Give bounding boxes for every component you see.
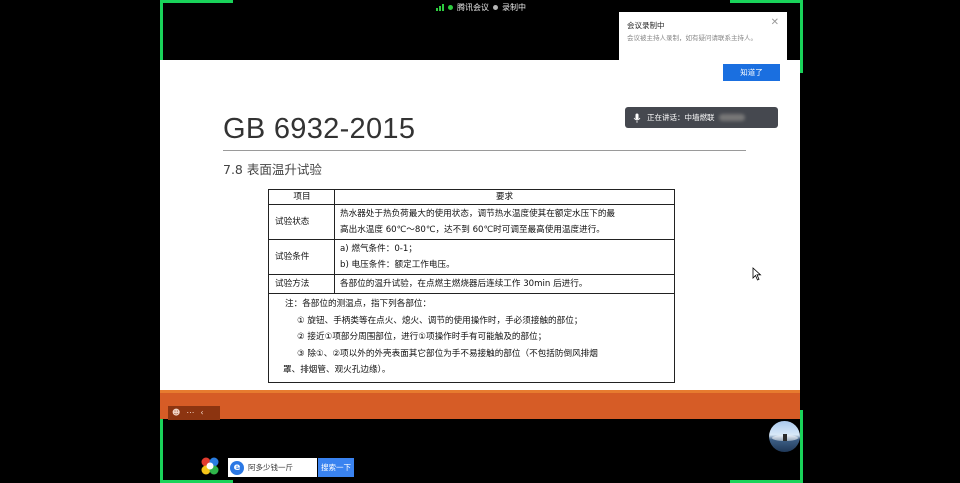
close-icon[interactable]: ✕ — [771, 17, 779, 28]
note-line: 罩、排烟管、观火孔边缘）。 — [283, 365, 391, 375]
table-cell-item: 试验方法 — [268, 274, 335, 294]
speaker-prefix: 正在讲话： — [647, 113, 685, 122]
notification-body: 会议被主持人录制，如有疑问请联系主持人。 — [627, 34, 757, 42]
recording-notification: 会议录制中 ✕ 会议被主持人录制，如有疑问请联系主持人。 知道了 — [619, 12, 787, 85]
mic-icon — [633, 113, 641, 123]
table-row: 试验条件 a) 燃气条件：0-1； b) 电压条件：额定工作电压。 — [268, 239, 675, 275]
note-line: ① 旋钮、手柄类等在点火、熄火、调节的使用操作时，手必须接触的部位； — [297, 315, 583, 326]
document-title: GB 6932-2015 — [223, 113, 416, 145]
recording-label: 录制中 — [502, 2, 526, 12]
table-cell-requirement: 热水器处于热负荷最大的使用状态，调节热水温度使其在额定水压下的最 高出水温度 6… — [334, 204, 675, 240]
table-note: 注：各部位的测温点，指下列各部位： ① 旋钮、手柄类等在点火、熄火、调节的使用操… — [268, 293, 675, 383]
requirement-line: a) 燃气条件：0-1； — [340, 244, 417, 254]
speaker-name-blur — [718, 114, 745, 121]
tile-corner-bottom-left — [160, 410, 233, 483]
table-row: 试验状态 热水器处于热负荷最大的使用状态，调节热水温度使其在额定水压下的最 高出… — [268, 204, 675, 240]
speaker-name: 中墙燃联 — [684, 113, 715, 122]
requirement-line: 各部位的温升试验，在点燃主燃烧器后连续工作 30min 后进行。 — [340, 279, 588, 289]
avatar-image — [772, 434, 798, 441]
table-header-cell: 要求 — [334, 189, 675, 205]
slide-footer-bar — [160, 393, 800, 419]
signal-icon — [436, 3, 444, 11]
meeting-status-dot — [448, 4, 453, 10]
app-name: 腾讯会议 — [457, 2, 489, 12]
back-icon[interactable]: ‹ — [200, 408, 203, 418]
avatar[interactable] — [769, 421, 800, 452]
recording-icon — [493, 4, 498, 10]
requirement-line: b) 电压条件：额定工作电压。 — [340, 260, 455, 270]
table-cell-item: 试验条件 — [268, 239, 335, 275]
slide-controls: ☻ ⋯ ‹ — [168, 406, 220, 420]
notification-title: 会议录制中 — [627, 21, 665, 30]
search-input[interactable]: e 阿多少钱一斤 — [228, 458, 317, 477]
cursor-icon — [752, 267, 762, 281]
table-row: 试验方法 各部位的温升试验，在点燃主燃烧器后连续工作 30min 后进行。 — [268, 274, 675, 294]
note-line: 注：各部位的测温点，指下列各部位： — [285, 299, 432, 309]
acknowledge-button[interactable]: 知道了 — [723, 64, 780, 81]
active-speaker-toast: 正在讲话：中墙燃联 — [625, 107, 778, 128]
note-line: ② 接近①项部分周围部位，进行①项操作时手有可能触及的部位； — [297, 332, 547, 342]
more-icon[interactable]: ⋯ — [186, 408, 194, 418]
table-cell-requirement: a) 燃气条件：0-1； b) 电压条件：额定工作电压。 — [334, 239, 675, 275]
meeting-status-bar: 腾讯会议 录制中 — [436, 1, 526, 13]
title-divider — [223, 150, 746, 151]
search-button[interactable]: 搜索一下 — [318, 458, 354, 477]
note-line: ③ 除①、②项以外的外壳表面其它部位为手不易接触的部位（不包括防倒风排烟 — [297, 348, 598, 359]
ie-icon: e — [230, 460, 244, 475]
app-logo-icon[interactable] — [200, 456, 220, 476]
requirement-line: 热水器处于热负荷最大的使用状态，调节热水温度使其在额定水压下的最 — [340, 209, 616, 219]
requirements-table: 项目 要求 试验状态 热水器处于热负荷最大的使用状态，调节热水温度使其在额定水压… — [268, 189, 675, 383]
emoji-icon[interactable]: ☻ — [172, 408, 180, 418]
section-title: 7.8 表面温升试验 — [223, 162, 322, 177]
table-cell-requirement: 各部位的温升试验，在点燃主燃烧器后连续工作 30min 后进行。 — [334, 274, 675, 294]
speaker-label: 正在讲话：中墙燃联 — [647, 112, 715, 123]
table-note-row: 注：各部位的测温点，指下列各部位： ① 旋钮、手柄类等在点火、熄火、调节的使用操… — [268, 293, 675, 383]
search-input-value: 阿多少钱一斤 — [248, 463, 293, 472]
table-cell-item: 试验状态 — [268, 204, 335, 240]
table-header-cell: 项目 — [268, 189, 335, 205]
table-header-row: 项目 要求 — [268, 189, 675, 205]
requirement-line: 高出水温度 60℃～80℃，达不到 60℃时可调至最高使用温度进行。 — [340, 225, 605, 235]
